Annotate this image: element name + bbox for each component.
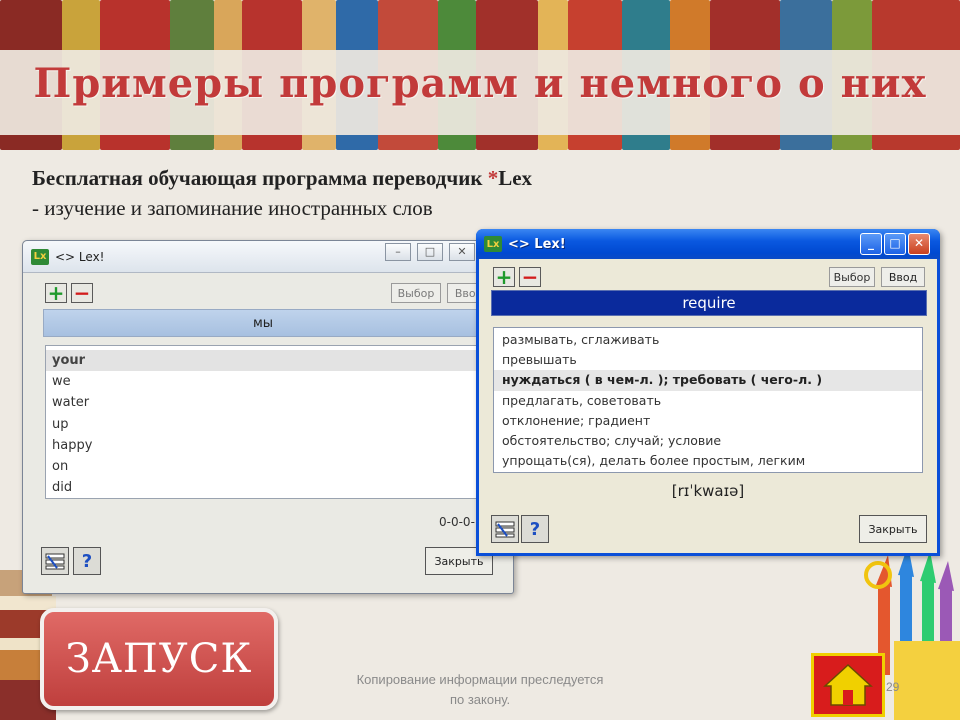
select-button[interactable]: Выбор <box>391 283 441 303</box>
list-item[interactable]: упрощать(ся), делать более простым, легк… <box>494 451 922 471</box>
remove-word-button[interactable]: − <box>71 283 93 303</box>
list-item[interactable]: did <box>46 477 482 498</box>
list-item[interactable]: превышать <box>494 350 922 370</box>
close-window-button[interactable]: ✕ <box>908 233 930 255</box>
word-list[interactable]: your we water up happy on did <box>45 345 483 499</box>
list-item[interactable]: we <box>46 371 482 392</box>
minimize-button[interactable]: – <box>385 243 411 261</box>
help-icon: ? <box>529 518 541 540</box>
slide-title: Примеры программ и немного о них <box>33 60 927 107</box>
home-button[interactable] <box>811 653 885 717</box>
lex-window-back[interactable]: Lx <> Lex! – □ ✕ + − Выбор Ввод мы your … <box>22 240 514 594</box>
add-word-button[interactable]: + <box>493 267 515 287</box>
translation-list[interactable]: размывать, сглаживать превышать нуждатьс… <box>493 327 923 473</box>
enter-button[interactable]: Ввод <box>881 267 925 287</box>
plus-icon: + <box>495 265 513 289</box>
add-word-button[interactable]: + <box>45 283 67 303</box>
settings-button[interactable] <box>41 547 69 575</box>
list-item[interactable]: happy <box>46 435 482 456</box>
close-button[interactable]: Закрыть <box>859 515 927 543</box>
lex-app-icon: Lx <box>484 236 502 252</box>
page-number: 29 <box>886 680 900 694</box>
settings-icon <box>45 553 65 570</box>
list-item[interactable]: размывать, сглаживать <box>494 330 922 350</box>
lex-app-icon: Lx <box>31 248 49 265</box>
current-word: require <box>491 290 927 316</box>
current-word: мы <box>43 309 483 337</box>
minus-icon: − <box>521 265 539 289</box>
copyright-line-1: Копирование информации преследуется <box>356 672 604 687</box>
subtitle-description: - изучение и запоминание иностранных сло… <box>32 196 433 220</box>
copyright-notice: Копирование информации преследуется по з… <box>330 670 630 710</box>
launch-button[interactable]: ЗАПУСК <box>40 608 278 710</box>
remove-word-button[interactable]: − <box>519 267 541 287</box>
subtitle-main-text: Бесплатная обучающая программа переводчи… <box>32 166 488 190</box>
subtitle-app-name: Lex <box>498 166 533 190</box>
help-button[interactable]: ? <box>521 515 549 543</box>
settings-button[interactable] <box>491 515 519 543</box>
subtitle-star: * <box>487 166 499 190</box>
help-icon: ? <box>81 550 93 572</box>
minus-icon: − <box>73 281 91 305</box>
window-title: <> Lex! <box>508 236 566 252</box>
list-item[interactable]: on <box>46 456 482 477</box>
list-item[interactable]: up <box>46 414 482 435</box>
close-window-button[interactable]: ✕ <box>449 243 475 261</box>
maximize-button[interactable]: □ <box>884 233 906 255</box>
list-item[interactable]: water <box>46 392 482 413</box>
window-title: <> Lex! <box>55 249 105 264</box>
list-item[interactable]: отклонение; градиент <box>494 411 922 431</box>
minimize-button[interactable]: _ <box>860 233 882 255</box>
maximize-button[interactable]: □ <box>417 243 443 261</box>
settings-icon <box>495 521 515 538</box>
select-button[interactable]: Выбор <box>829 267 875 287</box>
lex-window-front[interactable]: Lx <> Lex! _ □ ✕ + − Выбор Ввод require … <box>476 229 940 556</box>
window-titlebar[interactable]: Lx <> Lex! _ □ ✕ <box>476 229 940 259</box>
transcription: [rɪˈkwaɪə] <box>671 482 745 500</box>
copyright-line-2: по закону. <box>449 692 511 707</box>
list-item[interactable]: предлагать, советовать <box>494 391 922 411</box>
plus-icon: + <box>47 281 65 305</box>
list-item[interactable]: обстоятельство; случай; условие <box>494 431 922 451</box>
home-icon <box>823 663 873 706</box>
help-button[interactable]: ? <box>73 547 101 575</box>
list-item[interactable]: нуждаться ( в чем-л. ); требовать ( чего… <box>494 370 922 391</box>
list-item[interactable]: your <box>46 350 482 372</box>
subtitle-main: Бесплатная обучающая программа переводчи… <box>32 166 532 191</box>
